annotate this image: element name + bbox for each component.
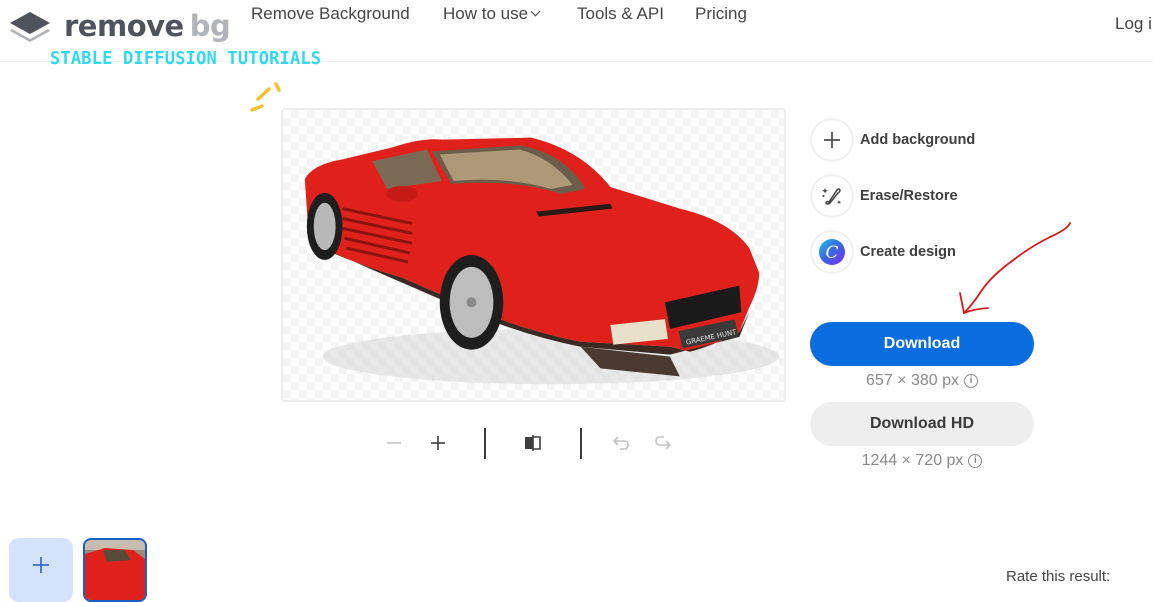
download-hd-button[interactable]: Download HD: [810, 402, 1034, 446]
canva-icon: C: [819, 239, 845, 265]
create-design-label: Create design: [860, 244, 956, 260]
hand-drawn-arrow-annotation: [959, 222, 1071, 315]
image-thumbnail-selected[interactable]: [83, 538, 147, 602]
plus-icon: [824, 132, 840, 148]
result-image-preview[interactable]: GRAEME HUNT: [281, 108, 786, 402]
car-image: GRAEME HUNT: [304, 137, 780, 385]
undo-button[interactable]: [607, 426, 635, 460]
zoom-out-button[interactable]: [380, 426, 408, 460]
nav-tools-api[interactable]: Tools & API: [577, 4, 664, 24]
car-thumbnail-image: [85, 540, 145, 600]
create-design-action[interactable]: C Create design: [810, 230, 956, 274]
download-hd-dimensions: 1244 × 720 px i: [810, 452, 1034, 470]
plus-icon: [431, 436, 445, 450]
layers-logo-icon: [10, 12, 50, 42]
logo-bg-text: bg: [189, 8, 231, 43]
brush-sparkle-icon: [822, 188, 842, 205]
compare-icon: [525, 435, 541, 451]
info-icon[interactable]: i: [968, 454, 983, 468]
zoom-in-button[interactable]: [424, 426, 452, 460]
download-button[interactable]: Download: [810, 322, 1034, 366]
nav-pricing[interactable]: Pricing: [695, 4, 747, 24]
minus-icon: [387, 442, 401, 444]
nav-how-to-use[interactable]: How to use: [443, 4, 541, 24]
watermark-overlay: STABLE DIFFUSION TUTORIALS: [50, 48, 322, 70]
download-dimensions-text: 657 × 380 px: [866, 372, 959, 389]
compare-button[interactable]: [519, 426, 547, 460]
image-toolbar: [380, 426, 680, 460]
nav-remove-background[interactable]: Remove Background: [251, 4, 410, 24]
erase-restore-action[interactable]: Erase/Restore: [810, 174, 958, 218]
nav-how-to-use-label: How to use: [443, 4, 529, 23]
redo-button[interactable]: [649, 426, 677, 460]
logo[interactable]: remove bg: [8, 8, 231, 44]
toolbar-divider: [580, 428, 582, 459]
redo-icon: [655, 436, 672, 450]
toolbar-divider: [484, 428, 486, 459]
undo-icon: [612, 436, 629, 450]
info-icon[interactable]: i: [963, 374, 978, 388]
login-link[interactable]: Log in: [1115, 14, 1153, 34]
svg-text:C: C: [825, 243, 838, 263]
add-background-label: Add background: [860, 132, 976, 148]
plus-icon: [33, 557, 49, 573]
logo-remove-text: remove: [64, 8, 184, 43]
download-hd-dimensions-text: 1244 × 720 px: [861, 452, 964, 469]
download-dimensions: 657 × 380 px i: [810, 372, 1034, 390]
erase-restore-label: Erase/Restore: [860, 188, 958, 204]
add-image-button[interactable]: [9, 538, 73, 602]
rate-result-label: Rate this result:: [1006, 568, 1111, 585]
add-background-action[interactable]: Add background: [810, 118, 975, 162]
chevron-down-icon: [530, 6, 541, 17]
